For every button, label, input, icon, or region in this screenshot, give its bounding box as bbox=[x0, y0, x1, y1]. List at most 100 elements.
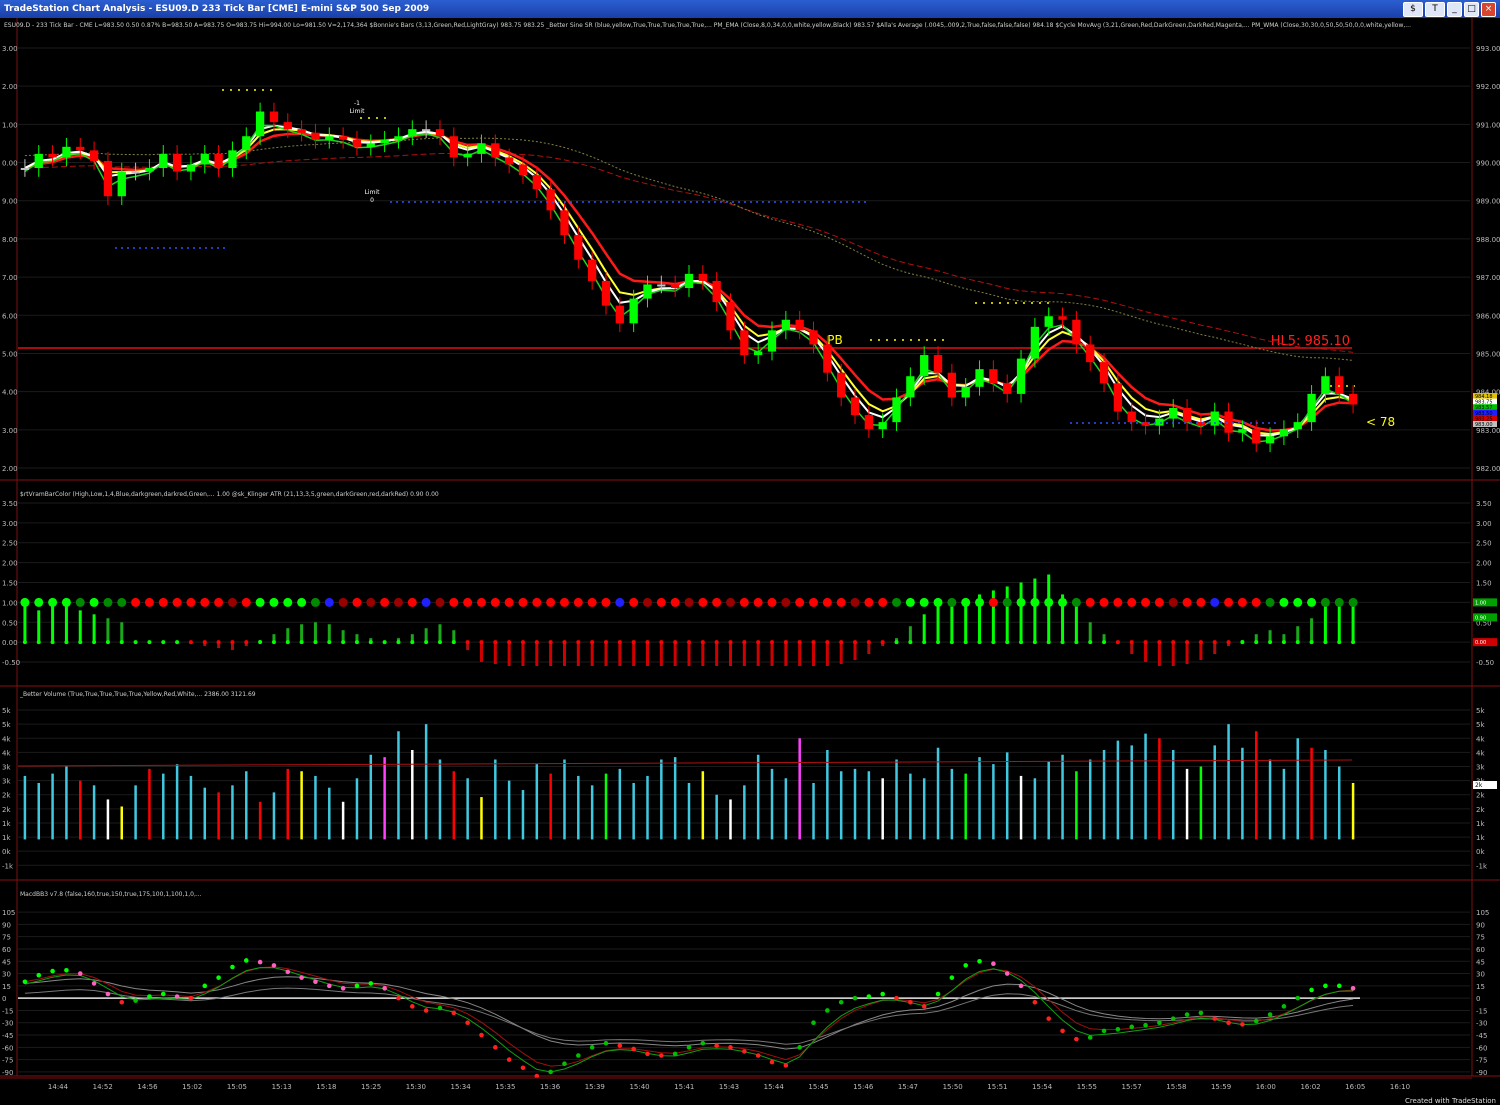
time-tick: 15:57 bbox=[1122, 1083, 1142, 1091]
macd-tick-right: 45 bbox=[1476, 958, 1485, 966]
candle-body bbox=[242, 136, 251, 151]
osc-tick-left: 1.00 bbox=[2, 599, 18, 607]
candle-body bbox=[726, 302, 735, 331]
time-tick: 14:56 bbox=[137, 1083, 158, 1091]
vram-dot bbox=[255, 597, 265, 607]
close-icon[interactable]: × bbox=[1481, 2, 1496, 17]
vram-dot bbox=[795, 597, 805, 607]
candle-body bbox=[394, 136, 403, 140]
macd-dot bbox=[1074, 1036, 1079, 1042]
candle-body bbox=[1293, 422, 1302, 430]
candle-body bbox=[767, 330, 777, 352]
price-tick-left: 3.00 bbox=[2, 45, 18, 53]
macd-dot bbox=[589, 1045, 595, 1050]
candle-body bbox=[477, 143, 486, 154]
dollar-button[interactable]: $ bbox=[1403, 2, 1423, 17]
price-tick-left: 7.00 bbox=[2, 274, 18, 282]
osc-zero-dot bbox=[756, 640, 761, 645]
macd-dot bbox=[299, 975, 304, 980]
vram-dot bbox=[75, 597, 85, 607]
vram-dot bbox=[1320, 597, 1330, 607]
osc-zero-dot bbox=[1005, 640, 1010, 645]
osc-zero-dot bbox=[894, 640, 899, 645]
vram-dot bbox=[975, 597, 985, 607]
osc-zero-dot bbox=[963, 640, 968, 645]
macd-dot bbox=[382, 986, 387, 991]
macd-tick-right: -45 bbox=[1476, 1032, 1487, 1040]
vram-dot bbox=[546, 597, 556, 607]
candle-body bbox=[975, 369, 984, 387]
vram-dot bbox=[227, 597, 237, 607]
osc-zero-dot bbox=[548, 640, 553, 645]
panel3-status: _Better Volume (True,True,True,True,True… bbox=[19, 691, 256, 698]
macd-tick-left: -90 bbox=[2, 1069, 13, 1077]
vram-dot bbox=[1348, 597, 1358, 607]
osc-zero-dot bbox=[50, 640, 55, 645]
macd-dot bbox=[520, 1065, 526, 1071]
price-tick-right: 989.00 bbox=[1476, 198, 1500, 206]
macd-tick-right: 75 bbox=[1476, 934, 1485, 942]
order-label: -1 bbox=[354, 100, 360, 107]
osc-zero-dot bbox=[645, 640, 650, 645]
macd-dot bbox=[91, 981, 97, 986]
macd-dot bbox=[368, 981, 374, 986]
macd-dot bbox=[409, 1004, 415, 1009]
candle-body bbox=[615, 305, 624, 324]
macd-tick-left: 45 bbox=[2, 958, 11, 966]
price-tick-left: 4.00 bbox=[2, 389, 18, 397]
macd-tick-right: -90 bbox=[1476, 1069, 1487, 1077]
macd-dot bbox=[1198, 1010, 1204, 1016]
osc-zero-dot bbox=[687, 640, 691, 645]
vol-tick-left: 0k bbox=[2, 848, 11, 856]
osc-zero-dot bbox=[631, 640, 636, 645]
maximize-icon[interactable]: □ bbox=[1464, 2, 1479, 17]
macd-dot bbox=[1101, 1028, 1107, 1034]
osc-zero-dot bbox=[783, 640, 788, 645]
candle-body bbox=[864, 415, 874, 430]
vol-tick-right: 0k bbox=[1476, 848, 1485, 856]
vram-dot bbox=[214, 597, 224, 607]
macd-dot bbox=[755, 1053, 761, 1058]
macd-tick-left: 60 bbox=[2, 946, 11, 954]
price-tick-right: 983.00 bbox=[1476, 427, 1500, 435]
time-tick: 15:58 bbox=[1166, 1083, 1186, 1091]
vol-tick-left: 2k bbox=[2, 806, 11, 814]
macd-dot bbox=[1309, 987, 1314, 993]
macd-dot bbox=[908, 999, 913, 1005]
chart-area[interactable]: 993.00 3.00 992.00 2.00 991.00 1.00 990.00 0.00… bbox=[0, 18, 1500, 1098]
macd-dot bbox=[437, 1005, 443, 1011]
osc-zero-dot bbox=[659, 640, 664, 645]
macd-band-lower bbox=[24, 987, 1354, 1045]
osc-zero-dot bbox=[133, 640, 138, 645]
osc-zero-dot bbox=[1212, 640, 1217, 645]
candle-body bbox=[34, 153, 43, 168]
macd-dot bbox=[354, 983, 360, 989]
macd-dot bbox=[645, 1051, 650, 1057]
price-tick-right: 986.00 bbox=[1476, 312, 1500, 320]
minimize-icon[interactable]: _ bbox=[1447, 2, 1462, 17]
osc-tick-left: 0.50 bbox=[2, 619, 18, 627]
candle-body bbox=[947, 372, 957, 398]
macd-dot bbox=[340, 986, 346, 991]
candle-body bbox=[698, 273, 707, 281]
candle-body bbox=[421, 129, 431, 132]
macd-dot bbox=[1184, 1012, 1190, 1017]
macd-dot bbox=[243, 958, 249, 963]
toolbar-button[interactable]: T bbox=[1425, 2, 1445, 17]
time-tick: 14:44 bbox=[48, 1083, 69, 1091]
time-tick: 15:02 bbox=[182, 1083, 202, 1091]
macd-dot bbox=[1170, 1016, 1176, 1021]
macd-dot bbox=[423, 1008, 429, 1013]
candle-body bbox=[1003, 383, 1012, 394]
macd-tick-right: -15 bbox=[1476, 1007, 1487, 1015]
time-tick: 15:39 bbox=[585, 1083, 605, 1091]
candle-body bbox=[491, 143, 500, 158]
macd-dot bbox=[202, 983, 208, 989]
candle-body bbox=[228, 150, 237, 168]
macd-dot bbox=[1087, 1035, 1093, 1040]
candle-body bbox=[574, 235, 583, 260]
window-titlebar: TradeStation Chart Analysis - ESU09.D 23… bbox=[0, 0, 1500, 18]
vram-dot bbox=[601, 597, 611, 607]
candle-body bbox=[1169, 408, 1178, 419]
vram-dot bbox=[933, 597, 943, 607]
